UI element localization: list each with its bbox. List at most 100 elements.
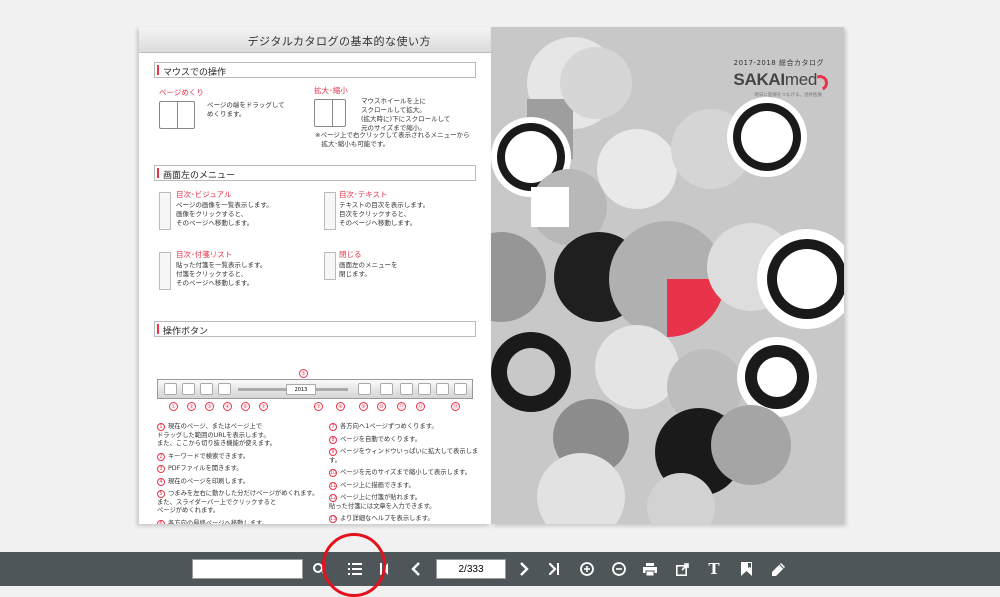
zoom-title: 拡大･縮小 [314,86,348,95]
button-description-item: 3 PDFファイルを開きます。 [157,465,327,474]
button-description-item: 4 現在のページを印刷します。 [157,477,327,487]
viewer-stage: デジタルカタログの基本的な使い方 マウスでの操作 ページめくり ページの端をドラ… [0,0,1000,552]
item-number: 6 [157,519,165,524]
search-icon [182,383,195,395]
menu-item-title: 目次･テキスト [339,190,388,199]
search-input[interactable] [192,559,303,579]
next-page-icon[interactable] [516,557,532,581]
item-number: 8 [329,435,337,444]
item-text: PDFファイルを開きます。 [168,465,243,472]
item-text: ページ上に付箋が貼れます。 貼った付箋には文章を入力できます。 [329,494,436,510]
item-number: 2 [157,452,165,461]
search-icon[interactable] [313,563,323,573]
zoom-text: マウスホイールを上に スクロールして拡大。 (拡大時に)下にスクロールして 元の… [361,97,451,132]
item-text: ページを自動でめくります。 [340,435,422,443]
zoom-in-icon[interactable] [578,557,596,581]
button-description-item: 1 現在のページ、またはページ上で ドラッグした範囲のURLを表示します。 また、… [157,423,327,449]
link-icon [164,383,177,395]
bar-number: ① [169,402,178,411]
page-number-input[interactable] [436,559,506,579]
menu-item-title: 目次･ビジュアル [176,190,232,199]
menu-item-title: 目次･付箋リスト [176,250,233,259]
bar-number: ⑧ [336,402,345,411]
button-descriptions-right: 7 各方向へ1ページずつめくります。 8 ページを自動でめくります。 9 ページをウィンド… [329,423,489,524]
catalog-year-label: 2017-2018 総合カタログ [733,59,824,67]
item-text: キーワードで検索できます。 [168,452,250,460]
item-number: 9 [329,448,337,456]
text-icon[interactable]: T [705,557,723,581]
item-number: 7 [329,423,337,431]
button-description-item: 12 ページ上に付箋が貼れます。 貼った付箋には文章を入力できます。 [329,494,489,511]
bar-number: ⑨ [359,402,368,411]
menu-item-text: 貼った付箋を一覧表示します。 付箋をクリックすると、 そのページへ移動します。 [176,261,267,287]
menu-item-text: ページの画像を一覧表示します。 画像をクリックすると、 そのページへ移動します。 [176,201,273,227]
item-number: 1 [157,423,165,431]
button-description-item: 10 ページを元のサイズまで縮小して表示します。 [329,469,489,478]
close-menu-icon [324,252,336,280]
next-icon [380,383,393,395]
text-toc-icon [324,192,336,230]
share-icon[interactable] [673,557,691,581]
item-number: 10 [329,469,337,477]
page-title: デジタルカタログの基本的な使い方 [139,27,491,53]
button-description-item: 8 ページを自動でめくります。 [329,435,489,445]
bookmark-icon[interactable] [738,557,754,581]
bar-number: ⑥ [241,402,250,411]
item-text: つまみを左右に動かした分だけページがめくれます。 また、スライダーバー上でクリッ… [157,490,319,514]
page-turn-title: ページめくり [159,88,204,97]
brand-tagline: 明日に医療をつなげる。酒井医療 [754,93,823,98]
item-text: ページ上に描画できます。 [340,481,415,489]
pen-icon[interactable] [770,557,786,581]
prev-page-icon[interactable] [408,557,424,581]
bar-page-box: 2013 [286,384,316,395]
menu-item-text: 画面左のメニューを 閉じます。 [339,261,398,278]
bottom-toolbar: T [0,552,1000,586]
bar-number: ④ [223,402,232,411]
button-description-item: 9 ページをウィンドウいっぱいに拡大して表示します。 [329,448,489,465]
item-number: 11 [329,481,337,490]
item-text: 現在のページを印刷します。 [168,477,250,485]
print-icon[interactable] [641,557,659,581]
pdf-icon [200,383,213,395]
zoom-out-icon[interactable] [610,557,628,581]
first-page-icon[interactable] [378,557,390,581]
button-description-item: 7 各方向へ1ページずつめくります。 [329,423,489,432]
last-page-icon[interactable] [547,557,561,581]
brand-logo: SAKAImed [733,70,817,90]
catalog-left-page[interactable]: デジタルカタログの基本的な使い方 マウスでの操作 ページめくり ページの端をドラ… [139,27,491,524]
button-description-item: 2 キーワードで検索できます。 [157,452,327,462]
item-number: 4 [157,477,165,486]
bar-number: ⑤ [299,369,308,378]
sticky-list-icon [159,252,171,290]
button-description-item: 6 各方向の最終ページへ移動します。 [157,519,327,525]
item-text: ページを元のサイズまで縮小して表示します。 [340,469,472,476]
item-text: 各方向の最終ページへ移動します。 [168,519,268,525]
zoom-out-icon [418,383,431,395]
bar-number: ⑫ [416,402,425,411]
toc-list-icon[interactable] [346,557,364,581]
bar-number: ⑬ [451,402,460,411]
brand-bold: SAKAI [733,70,785,89]
item-text: ページをウィンドウいっぱいに拡大して表示します。 [329,448,479,464]
item-text: 現在のページ、またはページ上で ドラッグした範囲のURLを表示します。 また、こ… [157,423,277,447]
bar-number: ⑦ [259,402,268,411]
button-description-item: 13 より詳細なヘルプを表示します。 [329,515,489,524]
circle-pattern [491,37,844,524]
section-heading-mouse: マウスでの操作 [154,62,476,78]
visual-toc-icon [159,192,171,230]
bar-number: ⑪ [397,402,406,411]
item-number: 3 [157,465,165,473]
menu-item-title: 閉じる [339,250,362,259]
bar-number: ② [187,402,196,411]
item-number: 5 [157,490,165,498]
bar-number: ⑩ [377,402,386,411]
section-heading-menu: 画面左のメニュー [154,165,476,181]
zoom-note: ※ページ上で右クリックして表示されるメニューから 拡大･縮小も可能です。 [315,131,470,148]
item-text: より詳細なヘルプを表示します。 [340,515,434,522]
catalog-cover-page[interactable]: 2017-2018 総合カタログ SAKAImed 明日に医療をつなげる。酒井医… [491,27,844,524]
bar-number: ⑦ [314,402,323,411]
button-description-item: 5 つまみを左右に動かした分だけページがめくれます。 また、スライダーバー上でクリ… [157,490,327,516]
item-number: 13 [329,515,337,523]
zoom-in-icon [400,383,413,395]
section-heading-buttons: 操作ボタン [154,321,476,337]
